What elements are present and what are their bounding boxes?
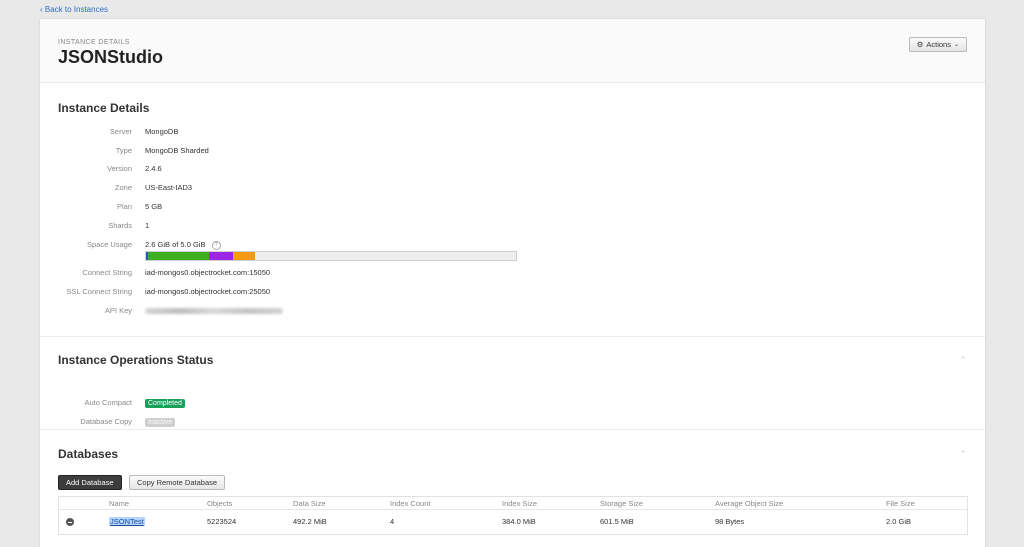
collapse-chevron-icon[interactable]: ⌃	[959, 355, 967, 366]
column-header[interactable]: Average Object Size	[715, 499, 783, 508]
detail-row-zone-value: US-East-IAD3	[145, 183, 193, 193]
gear-icon: ⚙	[916, 40, 924, 49]
api-key-label: API Key	[104, 306, 132, 315]
table-header: Name Objects Data Size Index Count Index Siz…	[59, 497, 967, 510]
status-badge: Inactive	[145, 418, 176, 427]
column-header[interactable]: Index Count	[390, 499, 430, 508]
detail-row-shards-value: 1	[145, 220, 150, 230]
api-key-redacted	[145, 308, 283, 315]
table-cell: 4	[390, 517, 395, 526]
ops-row-0-label: Auto Compact	[84, 398, 132, 407]
usage-segment-3	[233, 252, 255, 260]
detail-row-plan-label: Plan	[116, 201, 132, 211]
status-badge: Completed	[145, 399, 185, 408]
connect-row-0-value: iad-mongos0.objectrocket.com:15050	[145, 268, 271, 277]
instance-details-section: Instance Details Server MongoDB Type MongoD…	[40, 83, 985, 337]
add-database-button[interactable]: Add Database	[58, 475, 122, 490]
connect-row-1-value: iad-mongos0.objectrocket.com:25050	[145, 287, 271, 296]
detail-row-version-value: 2.4.6	[145, 164, 162, 174]
detail-row-type-value: MongoDB Sharded	[145, 145, 209, 155]
databases-title: Databases	[58, 447, 119, 461]
table-cell: 5223524	[207, 517, 237, 526]
databases-table: Name Objects Data Size Index Count Index Siz…	[58, 496, 968, 535]
page-eyebrow: INSTANCE DETAILS	[58, 39, 130, 46]
detail-row-plan-value: 5 GB	[145, 201, 163, 211]
usage-segment-2	[209, 252, 234, 260]
connect-row-1: SSL Connect String iad-mongos0.objectrock…	[40, 287, 640, 299]
back-to-instances-link[interactable]: ‹ Back to Instances	[40, 5, 108, 14]
detail-row-zone: Zone US-East-IAD3	[40, 183, 640, 195]
detail-row-version-label: Version	[106, 164, 132, 174]
instance-details-title: Instance Details	[58, 101, 150, 115]
table-cell: 2.0 GiB	[886, 517, 912, 526]
column-header[interactable]: Data Size	[293, 499, 326, 508]
detail-row-shards: Shards 1	[40, 221, 640, 233]
detail-row-shards-label: Shards	[108, 220, 132, 230]
remove-database-icon[interactable]	[66, 518, 74, 526]
instance-card: INSTANCE DETAILS JSONStudio ⚙ Actions ⌄ …	[40, 19, 985, 547]
column-header[interactable]: File Size	[886, 499, 915, 508]
ops-row-0-value: Completed	[145, 398, 185, 408]
table-cell: 384.0 MiB	[502, 517, 536, 526]
detail-row-zone-label: Zone	[114, 183, 132, 193]
page-title: JSONStudio	[58, 47, 164, 67]
usage-segment-1	[148, 252, 210, 260]
table-cell: 98 Bytes	[715, 517, 745, 526]
column-header[interactable]: Objects	[207, 499, 232, 508]
space-usage-value: 2.6 GiB of 5.0 GiB	[145, 240, 206, 249]
column-header[interactable]: Storage Size	[600, 499, 643, 508]
api-key-row: API Key	[40, 306, 640, 318]
actions-label: Actions	[926, 40, 951, 49]
operations-title: Instance Operations Status	[58, 353, 214, 367]
column-header[interactable]: Name	[109, 499, 129, 508]
table-row: JSONTest 5223524 492.2 MiB 4 384.0 MiB 601.5 …	[59, 510, 967, 534]
space-usage-bar	[145, 251, 517, 261]
detail-row-server-value: MongoDB	[145, 127, 179, 136]
ops-row-0: Auto Compact Completed	[40, 398, 640, 410]
detail-row-type: Type MongoDB Sharded	[40, 146, 640, 158]
table-cell: 492.2 MiB	[293, 517, 327, 526]
ops-row-1-value: Inactive	[145, 417, 176, 427]
column-header[interactable]: Index Size	[502, 499, 537, 508]
ops-row-1-label: Database Copy	[80, 417, 132, 426]
detail-row-plan: Plan 5 GB	[40, 202, 640, 214]
detail-row-server-label: Server	[109, 127, 132, 136]
operations-section: Instance Operations Status ⌃ Auto Compac…	[40, 337, 985, 430]
detail-row-type-label: Type	[115, 145, 132, 155]
connect-row-1-label: SSL Connect String	[66, 287, 132, 296]
connect-row-0-label: Connect String	[82, 268, 132, 277]
table-cell: 601.5 MiB	[600, 517, 634, 526]
connect-row-0: Connect String iad-mongos0.objectrocket.c…	[40, 268, 640, 280]
page-header: INSTANCE DETAILS JSONStudio ⚙ Actions ⌄	[40, 19, 985, 83]
database-name-link[interactable]: JSONTest	[109, 517, 145, 526]
copy-remote-database-button[interactable]: Copy Remote Database	[129, 475, 226, 490]
actions-button[interactable]: ⚙ Actions ⌄	[908, 37, 967, 52]
database-name[interactable]: JSONTest	[109, 517, 145, 526]
ops-row-1: Database Copy Inactive	[40, 417, 640, 429]
space-usage-label: Space Usage	[86, 240, 132, 249]
help-icon[interactable]: ?	[211, 241, 221, 250]
detail-row-version: Version 2.4.6	[40, 164, 640, 176]
chevron-down-icon: ⌄	[953, 42, 959, 48]
detail-row-server: Server MongoDB	[40, 127, 640, 139]
collapse-chevron-icon[interactable]: ⌃	[959, 449, 967, 460]
